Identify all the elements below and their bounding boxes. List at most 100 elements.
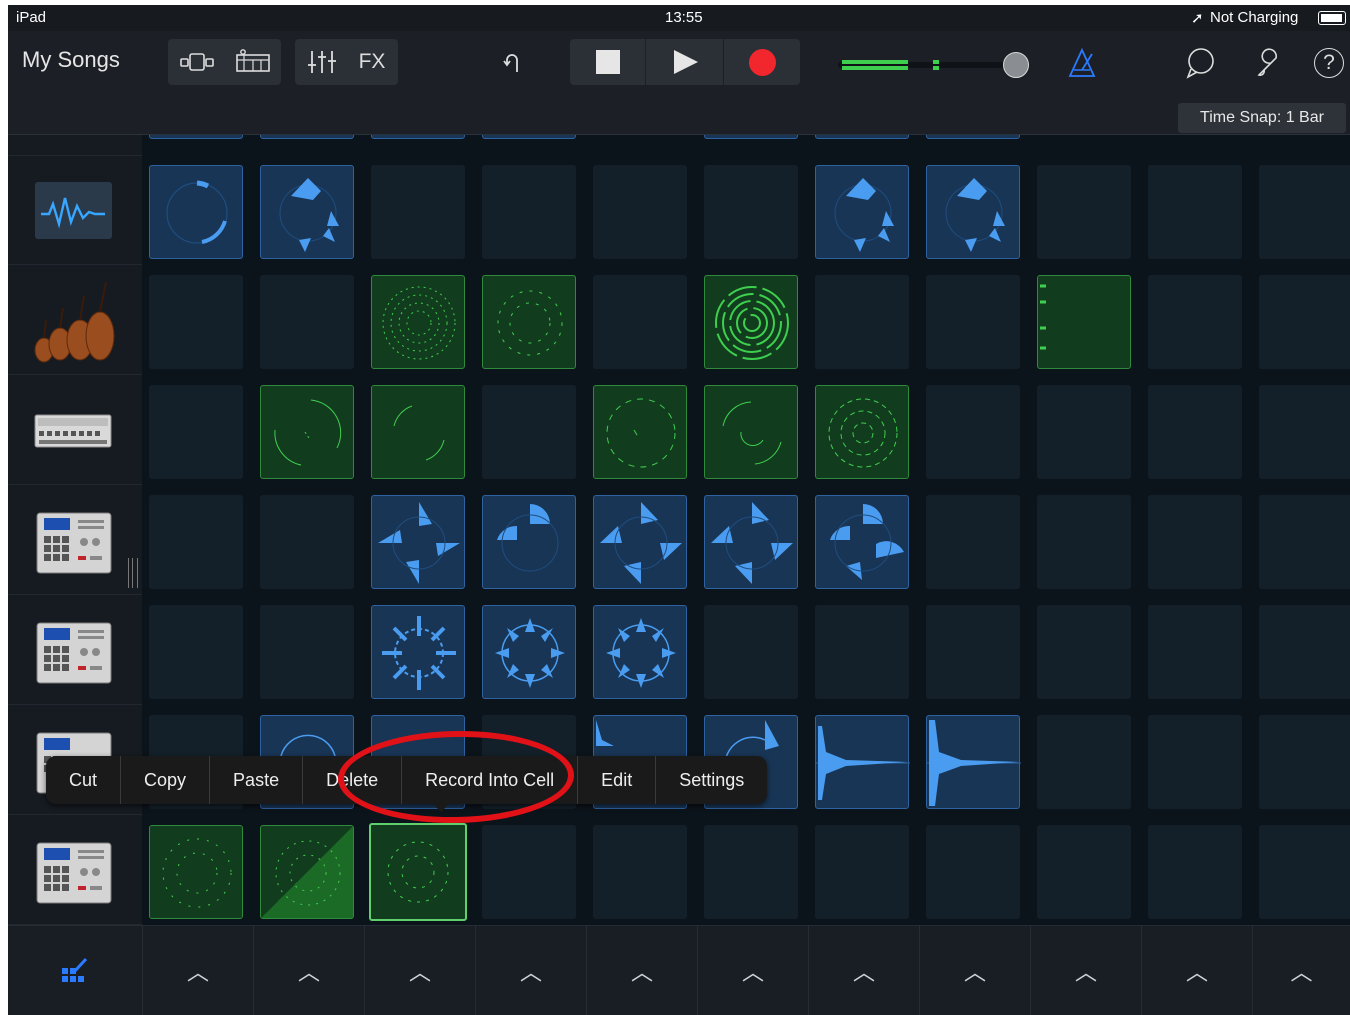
loop-cell[interactable] (926, 135, 1020, 139)
column-trigger[interactable]: ︿ (142, 926, 253, 1015)
loop-cell[interactable] (482, 135, 576, 139)
empty-cell[interactable] (1259, 495, 1350, 589)
audio-loop-cell[interactable] (482, 495, 576, 589)
empty-cell[interactable] (815, 275, 909, 369)
settings-wrench-icon[interactable] (1250, 43, 1290, 83)
audio-loop-cell[interactable] (704, 495, 798, 589)
empty-cell[interactable] (1037, 825, 1131, 919)
empty-cell[interactable] (1148, 605, 1242, 699)
empty-cell[interactable] (482, 385, 576, 479)
empty-cell[interactable] (149, 605, 243, 699)
empty-cell[interactable] (482, 825, 576, 919)
column-trigger[interactable]: ︿ (253, 926, 364, 1015)
midi-loop-cell[interactable] (1037, 275, 1131, 369)
empty-cell[interactable] (1148, 165, 1242, 259)
empty-cell[interactable] (1037, 385, 1131, 479)
track-header-partial[interactable] (8, 47, 142, 156)
loop-cell[interactable] (260, 135, 354, 139)
audio-loop-cell[interactable] (482, 605, 576, 699)
empty-cell[interactable] (260, 495, 354, 589)
help-icon[interactable]: ? (1309, 43, 1349, 83)
track-header-alchemy-synth[interactable] (8, 156, 142, 265)
track-header-beat-sequencer-1[interactable] (8, 486, 142, 595)
midi-loop-cell[interactable] (260, 385, 354, 479)
empty-cell[interactable] (1259, 165, 1350, 259)
empty-cell[interactable] (926, 275, 1020, 369)
midi-loop-cell[interactable] (815, 385, 909, 479)
audio-loop-cell[interactable] (593, 495, 687, 589)
empty-cell[interactable] (926, 385, 1020, 479)
column-trigger[interactable]: ︿ (1030, 926, 1141, 1015)
column-trigger[interactable]: ︿ (697, 926, 808, 1015)
empty-cell[interactable] (593, 825, 687, 919)
metronome-icon[interactable] (1062, 43, 1102, 83)
audio-loop-cell[interactable] (926, 165, 1020, 259)
empty-cell[interactable] (260, 275, 354, 369)
audio-loop-cell[interactable] (371, 605, 465, 699)
loop-cell[interactable] (815, 135, 909, 139)
midi-loop-cell[interactable] (371, 385, 465, 479)
audio-loop-cell[interactable] (371, 495, 465, 589)
track-view-icon[interactable] (228, 43, 278, 81)
empty-cell[interactable] (1148, 825, 1242, 919)
fx-button[interactable]: FX (349, 43, 395, 81)
empty-cell[interactable] (1037, 165, 1131, 259)
loop-cell[interactable] (149, 135, 243, 139)
empty-cell[interactable] (704, 605, 798, 699)
column-trigger[interactable]: ︿ (1252, 926, 1350, 1015)
column-trigger[interactable]: ︿ (364, 926, 475, 1015)
undo-icon[interactable] (496, 43, 536, 83)
empty-cell[interactable] (593, 275, 687, 369)
menu-item-copy[interactable]: Copy (120, 756, 209, 804)
track-header-beat-sequencer-4[interactable] (8, 816, 142, 925)
midi-loop-cell[interactable] (149, 825, 243, 919)
loop-cell[interactable] (371, 135, 465, 139)
empty-cell[interactable] (482, 165, 576, 259)
track-header-strings[interactable] (8, 266, 142, 375)
column-trigger[interactable]: ︿ (808, 926, 919, 1015)
mixer-icon[interactable] (299, 43, 345, 81)
empty-cell[interactable] (149, 495, 243, 589)
play-icon[interactable] (646, 39, 724, 85)
empty-cell[interactable] (1148, 715, 1242, 809)
empty-cell[interactable] (1037, 715, 1131, 809)
stop-icon[interactable] (570, 39, 646, 85)
empty-cell[interactable] (704, 165, 798, 259)
empty-cell[interactable] (371, 165, 465, 259)
empty-cell[interactable] (926, 825, 1020, 919)
menu-item-paste[interactable]: Paste (209, 756, 302, 804)
column-trigger[interactable]: ︿ (586, 926, 697, 1015)
empty-cell[interactable] (1259, 825, 1350, 919)
column-trigger[interactable]: ︿ (1141, 926, 1252, 1015)
empty-cell[interactable] (149, 275, 243, 369)
empty-cell[interactable] (815, 605, 909, 699)
midi-loop-cell[interactable] (704, 385, 798, 479)
empty-cell[interactable] (593, 165, 687, 259)
menu-item-cut[interactable]: Cut (46, 756, 120, 804)
master-volume-icon[interactable] (838, 49, 1029, 79)
empty-cell[interactable] (1259, 275, 1350, 369)
midi-loop-cell-selected[interactable] (369, 823, 467, 921)
empty-cell[interactable] (1259, 715, 1350, 809)
empty-cell[interactable] (1259, 385, 1350, 479)
audio-loop-cell[interactable] (149, 165, 243, 259)
audio-loop-cell[interactable] (260, 165, 354, 259)
midi-loop-cell[interactable] (371, 275, 465, 369)
record-icon[interactable] (724, 39, 800, 85)
empty-cell[interactable] (1259, 605, 1350, 699)
time-snap-button[interactable]: Time Snap: 1 Bar (1178, 103, 1346, 133)
audio-loop-cell[interactable] (815, 165, 909, 259)
menu-item-edit[interactable]: Edit (577, 756, 655, 804)
column-trigger[interactable]: ︿ (919, 926, 1030, 1015)
empty-cell[interactable] (1037, 495, 1131, 589)
empty-cell[interactable] (1148, 385, 1242, 479)
midi-loop-cell[interactable] (704, 275, 798, 369)
audio-loop-cell[interactable] (926, 715, 1021, 809)
grid-view-icon[interactable] (172, 43, 222, 81)
empty-cell[interactable] (149, 385, 243, 479)
empty-cell[interactable] (260, 605, 354, 699)
column-trigger[interactable]: ︿ (475, 926, 586, 1015)
empty-cell[interactable] (1148, 495, 1242, 589)
menu-item-settings[interactable]: Settings (655, 756, 767, 804)
resize-handle-icon[interactable] (128, 558, 138, 588)
